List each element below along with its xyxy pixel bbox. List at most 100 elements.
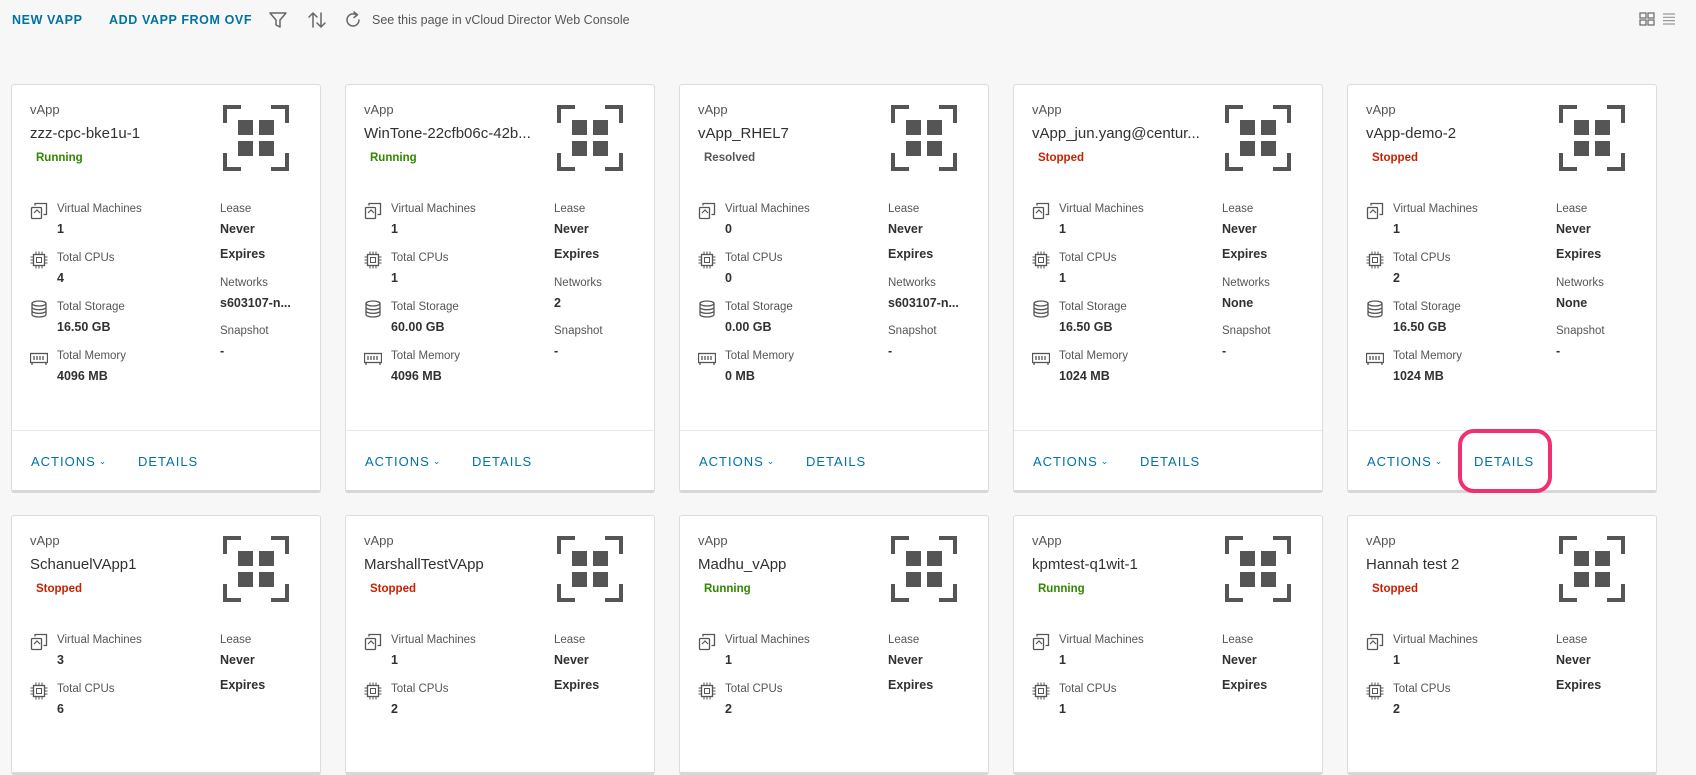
cpus-value: 2 [391, 702, 398, 716]
details-button[interactable]: DETAILS [138, 454, 198, 469]
vapp-icon [891, 536, 957, 602]
cpus-value: 2 [725, 702, 732, 716]
snapshot-label: Snapshot [888, 325, 937, 337]
vapp-name[interactable]: Madhu_vApp [698, 556, 883, 573]
add-vapp-from-ovf-button[interactable]: ADD VAPP FROM OVF [109, 13, 252, 27]
cpus-label: Total CPUs [1393, 683, 1451, 695]
memory-icon [698, 352, 716, 365]
cpus-label: Total CPUs [725, 252, 783, 264]
filter-icon[interactable] [267, 9, 289, 31]
details-button[interactable]: DETAILS [472, 454, 532, 469]
actions-label: ACTIONS [31, 454, 96, 469]
refresh-icon[interactable] [342, 9, 364, 31]
vapp-card: vApp vApp_jun.yang@centur... Stopped Vir… [1013, 84, 1323, 493]
storage-icon [365, 300, 381, 318]
status-badge: Stopped [36, 583, 82, 595]
lease-value: Never [554, 222, 589, 236]
vms-value: 1 [1059, 222, 1066, 236]
snapshot-label: Snapshot [220, 325, 269, 337]
sort-icon[interactable] [306, 9, 328, 31]
cpus-label: Total CPUs [391, 683, 449, 695]
status-badge: Resolved [704, 152, 756, 164]
cpu-icon [364, 682, 382, 700]
cpu-icon [30, 682, 48, 700]
cpus-value: 2 [1393, 702, 1400, 716]
memory-value: 4096 MB [57, 369, 108, 383]
cpus-value: 1 [391, 271, 398, 285]
virtual-machines-icon [30, 633, 48, 651]
lease-value: Never [554, 653, 589, 667]
storage-icon [31, 300, 47, 318]
vapp-name[interactable]: kpmtest-q1wit-1 [1032, 556, 1217, 573]
vms-value: 3 [57, 653, 64, 667]
card-type-label: vApp [30, 102, 60, 117]
vapp-name[interactable]: WinTone-22cfb06c-42b... [364, 125, 549, 142]
lease-value: Never [220, 222, 255, 236]
cpus-value: 1 [1059, 271, 1066, 285]
details-button[interactable]: DETAILS [1474, 454, 1534, 469]
card-footer-divider [1014, 430, 1322, 431]
cpu-icon [1032, 682, 1050, 700]
networks-label: Networks [554, 277, 602, 289]
card-type-label: vApp [364, 102, 394, 117]
status-badge: Running [36, 152, 83, 164]
vapp-card: vApp Hannah test 2 Stopped Virtual Machi… [1347, 515, 1657, 775]
grid-view-icon[interactable] [1639, 11, 1655, 27]
vapp-name[interactable]: Hannah test 2 [1366, 556, 1551, 573]
details-button[interactable]: DETAILS [806, 454, 866, 469]
networks-value: s603107-n... [888, 296, 959, 310]
storage-label: Total Storage [725, 301, 793, 313]
vms-label: Virtual Machines [1393, 634, 1478, 646]
status-badge: Running [370, 152, 417, 164]
status-badge: Stopped [370, 583, 416, 595]
lease-label: Lease [554, 634, 586, 646]
networks-value: None [1222, 296, 1254, 310]
card-footer-divider [1348, 430, 1656, 431]
memory-icon [30, 352, 48, 365]
vapp-card: vApp SchanuelVApp1 Stopped Virtual Machi… [11, 515, 321, 775]
virtual-machines-icon [1032, 202, 1050, 220]
actions-dropdown[interactable]: ACTIONS ⌄ [699, 454, 775, 469]
vapp-name[interactable]: vApp_RHEL7 [698, 125, 883, 142]
card-type-label: vApp [1366, 102, 1396, 117]
vapp-name[interactable]: vApp_jun.yang@centur... [1032, 125, 1217, 142]
details-button[interactable]: DETAILS [1140, 454, 1200, 469]
card-footer-divider [346, 430, 654, 431]
vms-value: 1 [57, 222, 64, 236]
new-vapp-button[interactable]: NEW VAPP [12, 13, 83, 27]
actions-dropdown[interactable]: ACTIONS ⌄ [1367, 454, 1443, 469]
vapp-name[interactable]: zzz-cpc-bke1u-1 [30, 125, 215, 142]
virtual-machines-icon [1032, 633, 1050, 651]
cpus-value: 4 [57, 271, 64, 285]
vapp-icon [891, 105, 957, 171]
vapp-name[interactable]: SchanuelVApp1 [30, 556, 215, 573]
web-console-link[interactable]: See this page in vCloud Director Web Con… [372, 13, 630, 27]
lease-value: Never [1222, 653, 1257, 667]
cpus-value: 6 [57, 702, 64, 716]
cpu-icon [1366, 251, 1384, 269]
memory-value: 4096 MB [391, 369, 442, 383]
vms-label: Virtual Machines [1393, 203, 1478, 215]
networks-value: s603107-n... [220, 296, 291, 310]
actions-label: ACTIONS [1033, 454, 1098, 469]
list-view-icon[interactable] [1661, 11, 1677, 27]
memory-value: 1024 MB [1393, 369, 1444, 383]
actions-dropdown[interactable]: ACTIONS ⌄ [365, 454, 441, 469]
vapp-name[interactable]: MarshallTestVApp [364, 556, 549, 573]
vapp-name[interactable]: vApp-demo-2 [1366, 125, 1551, 142]
actions-dropdown[interactable]: ACTIONS ⌄ [1033, 454, 1109, 469]
cpu-icon [30, 251, 48, 269]
actions-dropdown[interactable]: ACTIONS ⌄ [31, 454, 107, 469]
memory-icon [1032, 352, 1050, 365]
networks-label: Networks [220, 277, 268, 289]
card-type-label: vApp [698, 533, 728, 548]
chevron-down-icon: ⌄ [766, 456, 776, 466]
storage-value: 16.50 GB [1393, 320, 1447, 334]
memory-label: Total Memory [391, 350, 461, 362]
lease-label: Lease [1556, 634, 1588, 646]
vapp-card: vApp Madhu_vApp Running Virtual Machines… [679, 515, 989, 775]
vms-value: 1 [391, 222, 398, 236]
memory-icon [364, 352, 382, 365]
lease-value: Never [1222, 222, 1257, 236]
lease-value: Never [888, 653, 923, 667]
